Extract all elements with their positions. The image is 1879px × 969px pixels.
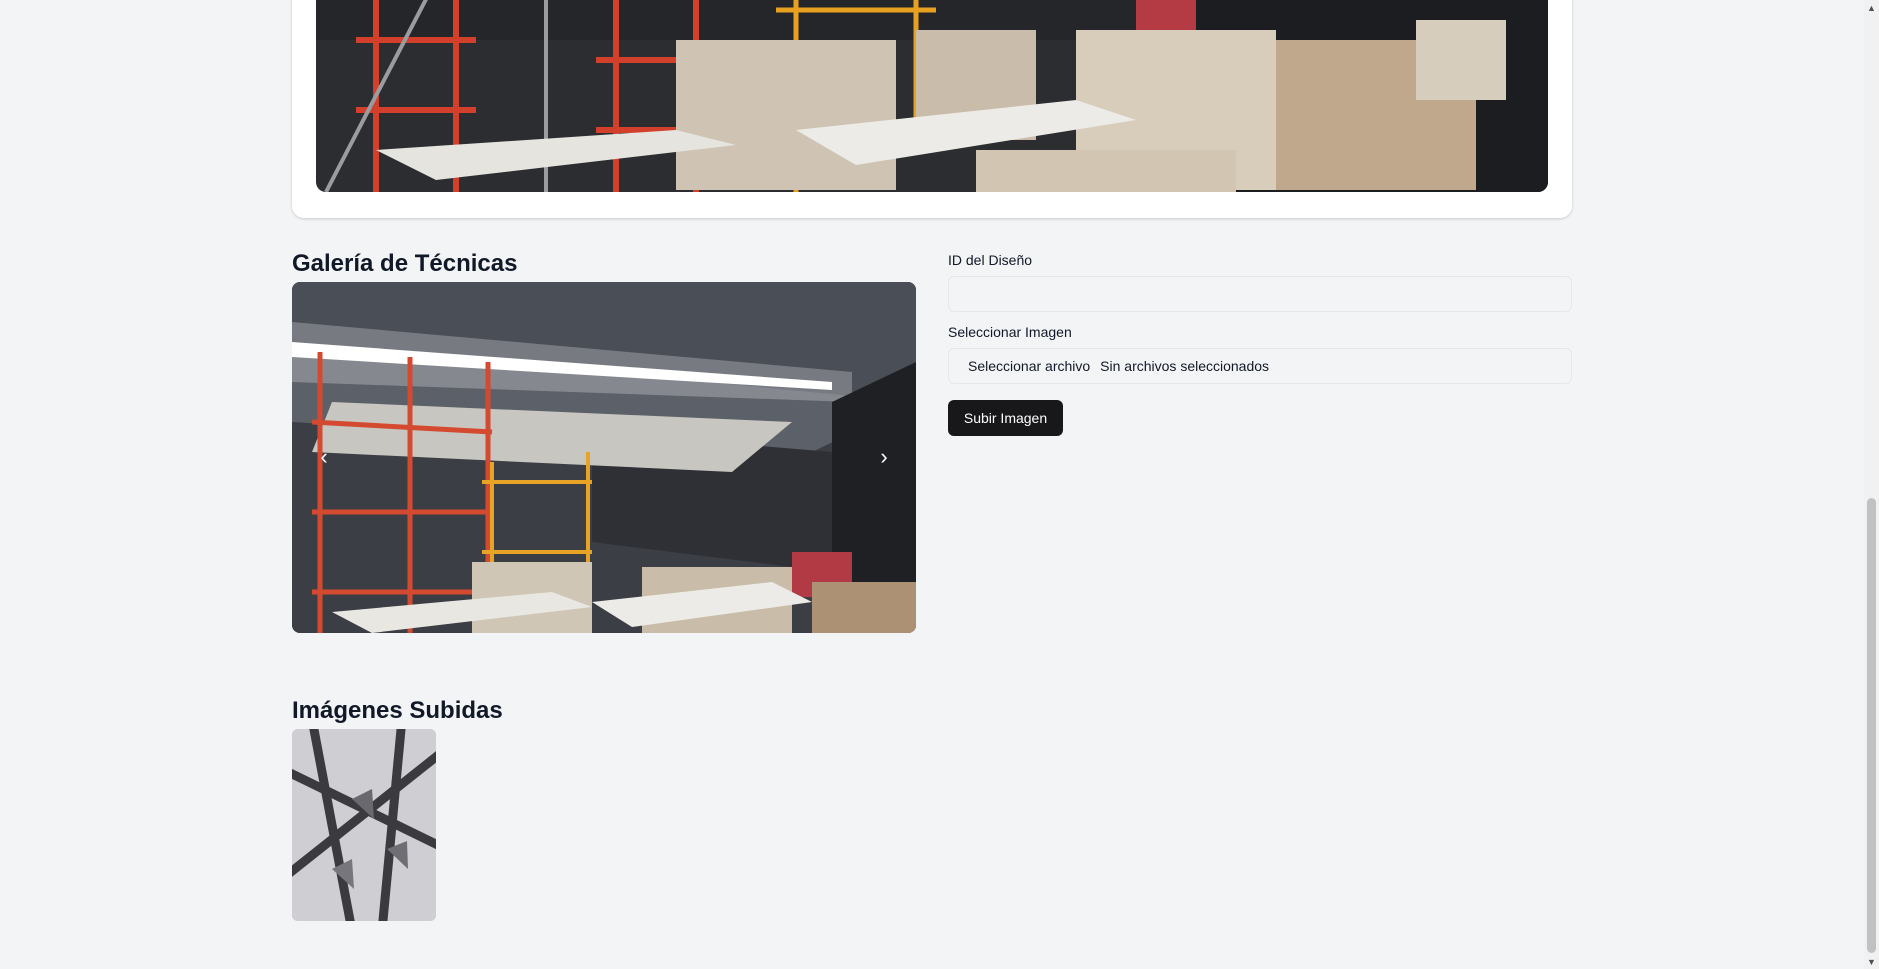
- hero-image: [316, 0, 1548, 192]
- image-label: Seleccionar Imagen: [948, 324, 1072, 340]
- carousel-next-button[interactable]: ›: [868, 441, 900, 473]
- carousel-prev-button[interactable]: ‹: [308, 441, 340, 473]
- design-id-label: ID del Diseño: [948, 252, 1033, 268]
- carousel-slide-image: [292, 282, 916, 633]
- page-scrollbar[interactable]: ▲ ▼: [1864, 0, 1879, 969]
- hero-card: [292, 0, 1572, 218]
- scrollbar-thumb[interactable]: [1867, 498, 1876, 953]
- choose-file-button[interactable]: Seleccionar archivo: [968, 358, 1090, 374]
- design-id-input[interactable]: [948, 276, 1572, 312]
- gallery-carousel[interactable]: [292, 282, 916, 633]
- uploaded-images-title: Imágenes Subidas: [292, 697, 503, 724]
- file-status: Sin archivos seleccionados: [1100, 358, 1270, 374]
- upload-image-button[interactable]: Subir Imagen: [948, 400, 1063, 436]
- upload-form: ID del Diseño Seleccionar Imagen Selecci…: [948, 252, 1572, 436]
- thumbnail-image: [292, 729, 436, 921]
- file-input[interactable]: Seleccionar archivo Sin archivos selecci…: [948, 348, 1572, 384]
- uploaded-image-thumbnail[interactable]: [292, 729, 436, 921]
- scroll-down-icon[interactable]: ▼: [1864, 954, 1879, 969]
- scroll-up-icon[interactable]: ▲: [1864, 0, 1879, 15]
- gallery-title: Galería de Técnicas: [292, 250, 518, 277]
